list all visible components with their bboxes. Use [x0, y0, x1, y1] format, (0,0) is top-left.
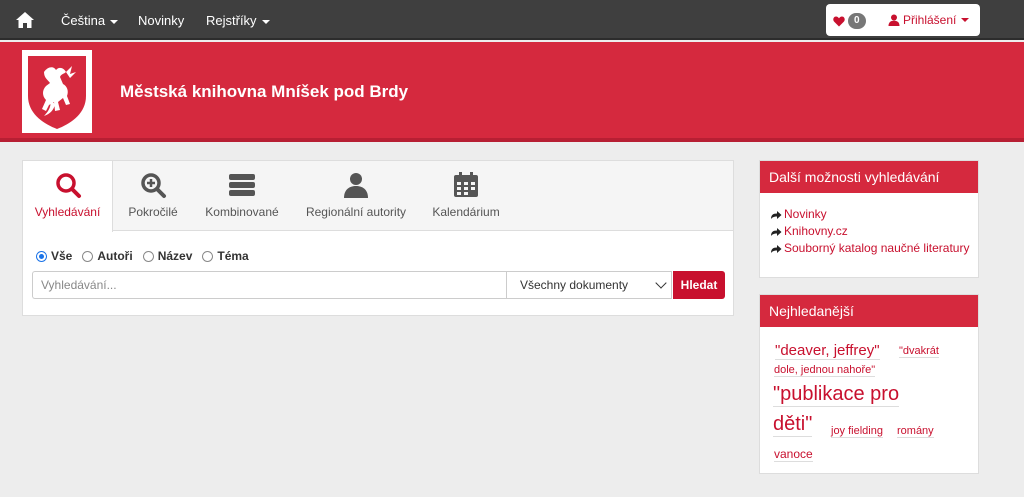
site-title: Městská knihovna Mníšek pod Brdy — [120, 82, 409, 101]
link-union-catalog[interactable]: Souborný katalog naučné literatury — [770, 240, 978, 257]
search-icon — [55, 173, 81, 198]
nav-rejstriky-label: Rejstříky — [206, 13, 257, 28]
tag-dvakrat[interactable]: "dvakrát — [899, 345, 939, 358]
tag-deti[interactable]: děti" — [773, 413, 813, 437]
favorites-button[interactable]: 0 — [833, 13, 866, 29]
search-input[interactable] — [32, 271, 506, 299]
tag-vanoce[interactable]: vanoce — [774, 447, 813, 462]
tag-publikace-pro[interactable]: "publikace pro — [773, 383, 900, 407]
search-panel: Vyhledávání Pokročilé Kombinované Region… — [22, 160, 734, 316]
link-novinky-label: Novinky — [784, 207, 827, 221]
login-label: Přihlášení — [903, 13, 957, 27]
search-button[interactable]: Hledat — [673, 271, 725, 299]
radio-title-label: Název — [157, 249, 193, 263]
tag-cloud: "deaver, jeffrey" "dvakrát dole, jednou … — [760, 327, 978, 473]
nav-novinky[interactable]: Novinky — [138, 13, 184, 28]
radio-dot — [82, 250, 94, 262]
library-logo[interactable] — [22, 50, 92, 133]
tab-calendar-label: Kalendárium — [432, 205, 500, 219]
home-icon[interactable] — [14, 9, 36, 31]
user-icon — [344, 173, 368, 198]
tag-joy-fielding[interactable]: joy fielding — [831, 425, 883, 438]
nav-language[interactable]: Čeština — [61, 13, 119, 28]
caret-down-icon — [110, 19, 119, 24]
radio-title[interactable]: Název — [142, 249, 193, 263]
tab-search[interactable]: Vyhledávání — [23, 161, 113, 232]
share-arrow-icon — [771, 244, 782, 253]
zoom-plus-icon — [141, 173, 166, 198]
top-navbar: Čeština Novinky Rejstříky 0 Přihlášení — [0, 0, 1024, 40]
tab-search-label: Vyhledávání — [34, 205, 101, 219]
radio-authors-label: Autoři — [97, 249, 133, 263]
tag-romany[interactable]: romány — [897, 425, 934, 438]
radio-all-label: Vše — [51, 249, 73, 263]
site-header: Městská knihovna Mníšek pod Brdy — [0, 42, 1024, 142]
link-knihovny-cz-label: Knihovny.cz — [784, 224, 848, 238]
most-searched-panel: Nejhledanější "deaver, jeffrey" "dvakrát… — [759, 294, 979, 474]
tab-calendar[interactable]: Kalendárium — [423, 161, 509, 231]
link-novinky[interactable]: Novinky — [770, 206, 978, 223]
tab-advanced-label: Pokročilé — [128, 205, 178, 219]
user-toolbar: 0 Přihlášení — [826, 4, 980, 36]
link-union-catalog-label: Souborný katalog naučné literatury — [784, 241, 970, 255]
caret-down-icon — [961, 18, 970, 22]
nav-language-label: Čeština — [61, 13, 106, 28]
share-arrow-icon — [771, 210, 782, 219]
share-arrow-icon — [771, 227, 782, 236]
heart-icon — [833, 16, 845, 26]
tab-regional-authorities[interactable]: Regionální autority — [293, 161, 419, 231]
radio-dot — [36, 250, 47, 262]
radio-dot — [142, 250, 154, 262]
radio-authors[interactable]: Autoři — [82, 249, 133, 263]
more-options-links: Novinky Knihovny.cz Souborný katalog nau… — [760, 193, 978, 257]
server-icon — [229, 174, 255, 196]
search-tabs: Vyhledávání Pokročilé Kombinované Region… — [23, 161, 733, 232]
calendar-icon — [454, 172, 478, 197]
tab-regional-authorities-label: Regionální autority — [305, 205, 407, 219]
tab-combined[interactable]: Kombinované — [195, 161, 289, 231]
nav-rejstriky[interactable]: Rejstříky — [206, 13, 270, 28]
caret-down-icon — [261, 19, 270, 24]
radio-topic[interactable]: Téma — [202, 249, 249, 263]
tab-combined-label: Kombinované — [205, 205, 279, 219]
document-type-select[interactable]: Všechny dokumenty — [506, 271, 672, 299]
tab-advanced[interactable]: Pokročilé — [113, 161, 193, 231]
radio-all[interactable]: Vše — [36, 249, 72, 263]
user-icon — [888, 14, 900, 26]
more-search-options-panel: Další možnosti vyhledávání Novinky Kniho… — [759, 160, 979, 278]
radio-topic-label: Téma — [217, 249, 249, 263]
link-knihovny-cz[interactable]: Knihovny.cz — [770, 223, 978, 240]
login-button[interactable]: Přihlášení — [888, 13, 970, 27]
tag-dole-jednou-nahore[interactable]: dole, jednou nahoře" — [774, 364, 876, 377]
most-searched-title: Nejhledanější — [760, 295, 978, 327]
favorites-count-badge: 0 — [848, 13, 866, 29]
tag-deaver-jeffrey[interactable]: "deaver, jeffrey" — [775, 342, 880, 360]
radio-dot — [202, 250, 214, 262]
more-search-options-title: Další možnosti vyhledávání — [760, 161, 978, 193]
chevron-down-icon — [655, 277, 667, 289]
document-type-value: Všechny dokumenty — [520, 278, 629, 292]
search-scope-radios: Vše Autoři Název Téma — [36, 249, 249, 263]
